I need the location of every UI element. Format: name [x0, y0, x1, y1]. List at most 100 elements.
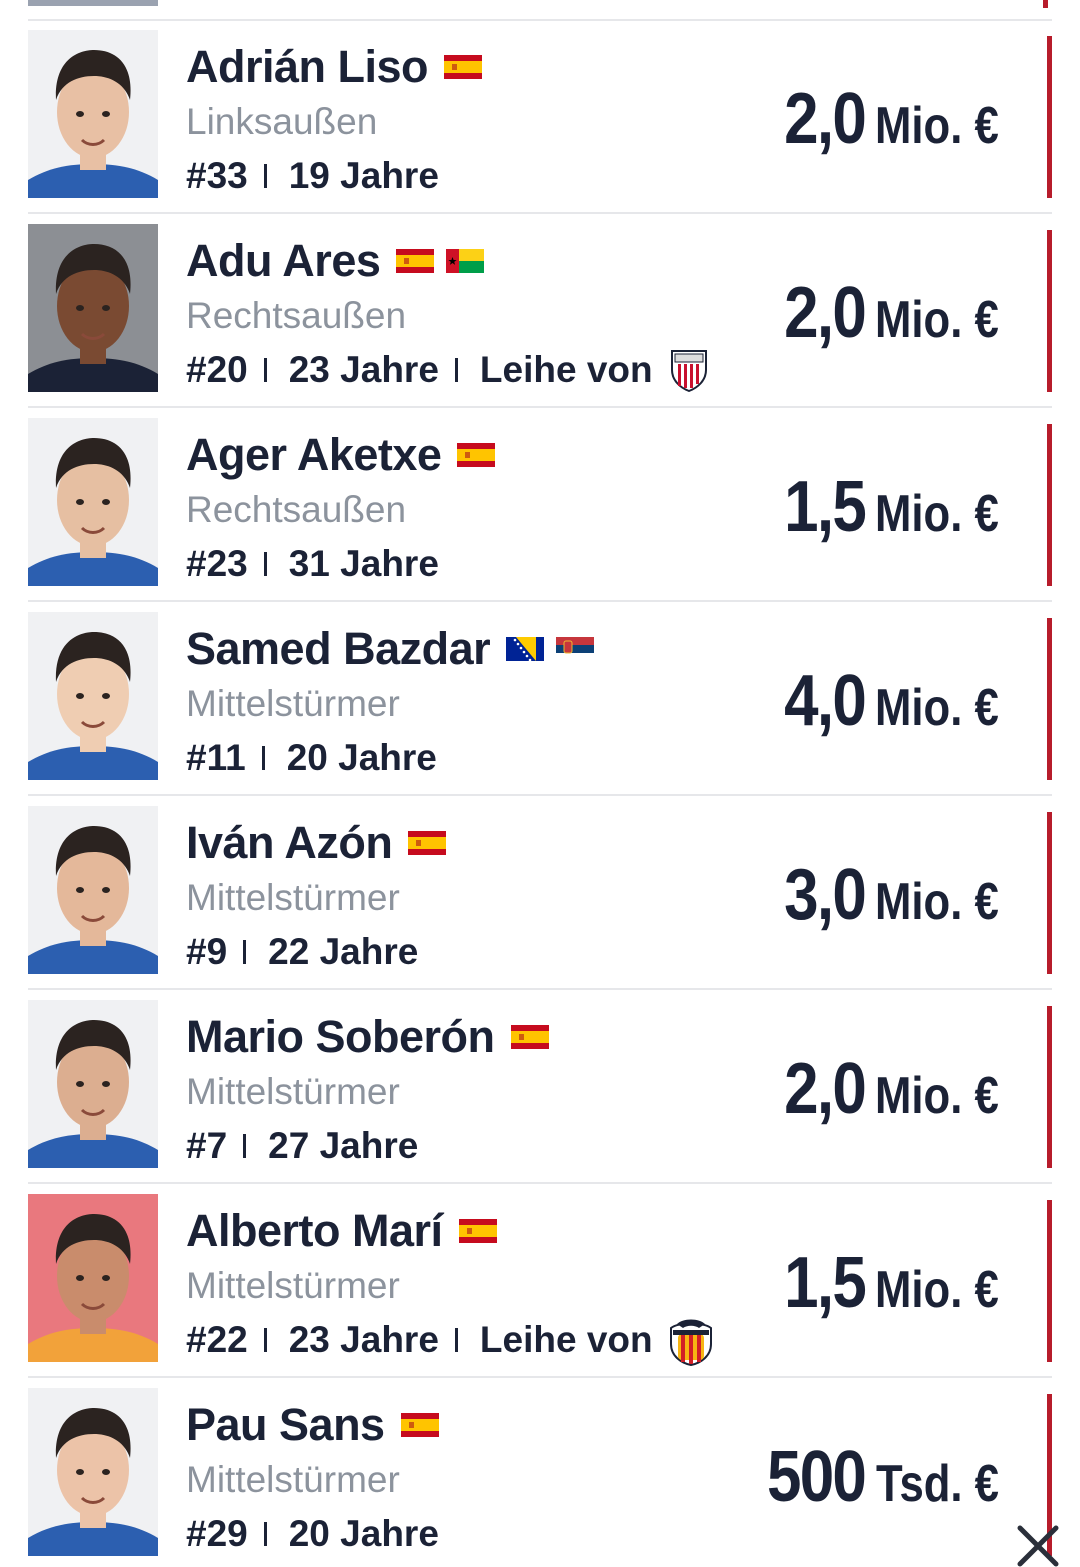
player-info: Mario Soberón Mittelstürmer #7 27 Jahre [186, 1008, 746, 1174]
player-name[interactable]: Iván Azón [186, 817, 393, 869]
market-value-unit: Mio. € [874, 679, 999, 737]
player-row[interactable]: Iván Azón Mittelstürmer #9 22 Jahre 3,0 Mio. … [28, 796, 1052, 990]
spain-flag [408, 831, 447, 855]
market-value-amount: 2,0 [783, 1049, 867, 1129]
meta-line: #11 20 Jahre [186, 730, 746, 786]
accent-bar [1047, 812, 1052, 974]
player-photo[interactable] [28, 1000, 158, 1168]
player-photo[interactable] [28, 1194, 158, 1362]
separator [243, 1134, 247, 1158]
separator [263, 1522, 267, 1546]
serbia-flag [556, 637, 595, 661]
name-line: Iván Azón [186, 814, 746, 872]
spain-flag [458, 1219, 497, 1243]
player-name[interactable]: Ager Aketxe [186, 429, 442, 481]
market-value-amount: 4,0 [783, 661, 867, 741]
market-value-unit: Tsd. € [875, 1455, 999, 1513]
meta-line: #7 27 Jahre [186, 1118, 746, 1174]
market-value[interactable]: 1,5 Mio. € [771, 1242, 1022, 1324]
shirt-number: #23 [186, 543, 248, 584]
market-value[interactable]: 4,0 Mio. € [771, 660, 1022, 742]
shirt-number: #20 [186, 349, 248, 390]
market-value-amount: 500 [767, 1437, 867, 1517]
market-value-unit: Mio. € [874, 1261, 999, 1319]
player-name[interactable]: Alberto Marí [186, 1205, 443, 1257]
market-value[interactable]: 500 Tsd. € [751, 1436, 1022, 1518]
player-name[interactable]: Adu Ares [186, 235, 381, 287]
market-value-amount: 2,0 [783, 273, 867, 353]
player-name[interactable]: Mario Soberón [186, 1011, 495, 1063]
spain-flag [444, 55, 483, 79]
player-info: Iván Azón Mittelstürmer #9 22 Jahre [186, 814, 746, 980]
player-row[interactable]: Adu Ares Rechtsaußen #20 23 Jahre Leihe von 2… [28, 214, 1052, 408]
market-value-amount: 3,0 [783, 855, 867, 935]
accent-bar [1047, 36, 1052, 198]
shirt-number: #9 [186, 931, 228, 972]
player-row[interactable]: Pau Sans Mittelstürmer #29 20 Jahre 500 Tsd. … [28, 1378, 1052, 1558]
market-value-amount: 1,5 [783, 467, 867, 547]
name-line: Pau Sans [186, 1396, 746, 1454]
player-position: Rechtsaußen [186, 295, 407, 336]
spain-flag [396, 249, 435, 273]
player-info: Adrián Liso Linksaußen #33 19 Jahre [186, 38, 746, 204]
market-value[interactable]: 3,0 Mio. € [771, 854, 1022, 936]
meta-line: #22 23 Jahre Leihe von [186, 1312, 746, 1368]
player-photo[interactable] [28, 224, 158, 392]
market-value[interactable]: 2,0 Mio. € [771, 272, 1022, 354]
spain-flag [510, 1025, 549, 1049]
player-name[interactable]: Pau Sans [186, 1399, 385, 1451]
separator [261, 746, 265, 770]
player-row[interactable]: Samed Bazdar Mittelstürmer #11 20 Jahre 4,0 M… [28, 602, 1052, 796]
meta-line: #29 20 Jahre [186, 1506, 746, 1562]
player-info: Adu Ares Rechtsaußen #20 23 Jahre Leihe von [186, 232, 746, 398]
name-line: Alberto Marí [186, 1202, 746, 1260]
accent-bar [1043, 0, 1048, 8]
market-value[interactable]: 1,5 Mio. € [771, 466, 1022, 548]
player-position: Mittelstürmer [186, 1459, 400, 1500]
market-value-unit: Mio. € [874, 485, 999, 543]
player-photo[interactable] [28, 806, 158, 974]
player-photo[interactable] [28, 1388, 158, 1556]
separator [263, 358, 267, 382]
player-name[interactable]: Adrián Liso [186, 41, 429, 93]
player-info: Pau Sans Mittelstürmer #29 20 Jahre [186, 1396, 746, 1562]
loan-label: Leihe von [479, 1319, 653, 1360]
spain-flag [400, 1413, 439, 1437]
player-photo[interactable] [28, 612, 158, 780]
player-row[interactable]: Alberto Marí Mittelstürmer #22 23 Jahre Leih… [28, 1184, 1052, 1378]
market-value[interactable]: 2,0 Mio. € [771, 1048, 1022, 1130]
player-age: 23 Jahre [288, 1319, 439, 1360]
player-row[interactable]: Adrián Liso Linksaußen #33 19 Jahre 2,0 Mio. … [28, 20, 1052, 214]
player-photo[interactable] [28, 418, 158, 586]
shirt-number: #22 [186, 1319, 248, 1360]
athletic-bilbao-crest-icon[interactable] [669, 348, 709, 393]
player-photo[interactable] [28, 30, 158, 198]
player-position: Mittelstürmer [186, 877, 400, 918]
shirt-number: #11 [186, 737, 246, 778]
player-position: Mittelstürmer [186, 683, 400, 724]
accent-bar [1047, 1006, 1052, 1168]
separator [263, 1328, 267, 1352]
player-position: Mittelstürmer [186, 1265, 400, 1306]
market-value-unit: Mio. € [874, 1067, 999, 1125]
name-line: Adu Ares [186, 232, 746, 290]
player-age: 20 Jahre [286, 737, 437, 778]
player-row[interactable]: Mario Soberón Mittelstürmer #7 27 Jahre 2,0 M… [28, 990, 1052, 1184]
separator [454, 1328, 458, 1352]
player-name[interactable]: Samed Bazdar [186, 623, 491, 675]
meta-line: #33 19 Jahre [186, 148, 746, 204]
valencia-crest-icon[interactable] [669, 1318, 712, 1367]
player-row[interactable]: Ager Aketxe Rechtsaußen #23 31 Jahre 1,5 Mio.… [28, 408, 1052, 602]
close-icon[interactable] [1012, 1520, 1064, 1567]
separator [454, 358, 458, 382]
market-value-unit: Mio. € [874, 97, 999, 155]
market-value-unit: Mio. € [874, 291, 999, 349]
player-position: Mittelstürmer [186, 1071, 400, 1112]
player-age: 19 Jahre [288, 155, 439, 196]
accent-bar [1047, 1200, 1052, 1362]
market-value[interactable]: 2,0 Mio. € [771, 78, 1022, 160]
market-value-amount: 2,0 [783, 79, 867, 159]
shirt-number: #29 [186, 1513, 248, 1554]
accent-bar [1047, 230, 1052, 392]
player-age: 31 Jahre [288, 543, 439, 584]
